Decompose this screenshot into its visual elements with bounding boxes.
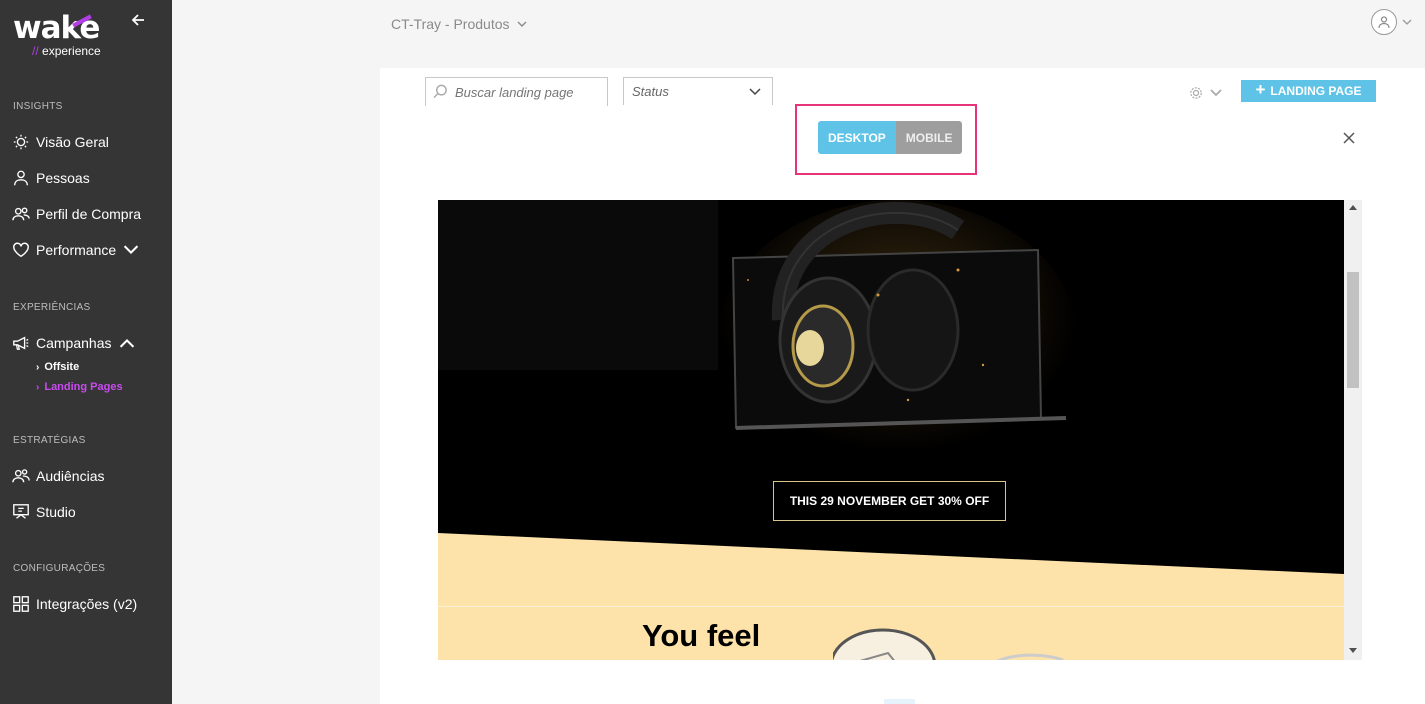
- section-estrategias: ESTRATÉGIAS: [13, 435, 86, 446]
- chevron-down-icon: [124, 245, 139, 255]
- settings-menu[interactable]: [1189, 86, 1223, 100]
- sidebar-item-performance[interactable]: Performance: [12, 239, 146, 261]
- close-icon: [1343, 132, 1355, 144]
- status-select[interactable]: Status: [623, 77, 773, 105]
- sidebar-subitem-label: Offsite: [44, 361, 80, 373]
- logo-subtitle: // experience: [32, 44, 101, 58]
- grid-icon: [13, 596, 29, 612]
- scroll-down-arrow-icon[interactable]: [1349, 648, 1357, 653]
- offer-button[interactable]: THIS 29 NOVEMBER GET 30% OFF: [773, 481, 1006, 521]
- audience-icon: [12, 469, 30, 483]
- landing-page-preview: THIS 29 NOVEMBER GET 30% OFF You feel: [438, 200, 1344, 660]
- people-icon: [12, 207, 30, 221]
- chevron-down-icon: [749, 87, 761, 95]
- collapse-sidebar-button[interactable]: [130, 12, 150, 32]
- status-select-label: Status: [632, 84, 669, 99]
- headline: You feel: [642, 618, 761, 653]
- user-icon: [1378, 16, 1390, 29]
- person-icon: [14, 170, 28, 186]
- gear-icon: [1190, 87, 1202, 99]
- sidebar-subitem-offsite[interactable]: › Offsite: [36, 361, 79, 373]
- user-menu[interactable]: [1371, 9, 1413, 35]
- project-selector[interactable]: CT-Tray - Produtos: [391, 16, 528, 32]
- sidebar-item-label: Audiências: [36, 468, 105, 484]
- sidebar-item-pessoas[interactable]: Pessoas: [12, 167, 90, 189]
- sidebar: wake // experience INSIGHTS Visão Geral …: [0, 0, 172, 704]
- chevron-up-icon: [119, 338, 134, 348]
- search-field[interactable]: [425, 77, 608, 106]
- scroll-up-arrow-icon[interactable]: [1349, 205, 1357, 210]
- sidebar-item-label: Performance: [36, 242, 117, 258]
- wake-logo[interactable]: wake // experience: [13, 10, 123, 62]
- close-preview-button[interactable]: [1340, 129, 1358, 147]
- sidebar-item-perfil-de-compra[interactable]: Perfil de Compra: [12, 203, 141, 225]
- chevron-down-icon: [1402, 19, 1412, 25]
- pagination-indicator[interactable]: [884, 699, 915, 704]
- sidebar-item-label: Visão Geral: [36, 134, 109, 150]
- section-experiencias: EXPERIÊNCIAS: [13, 302, 91, 313]
- section-configuracoes: CONFIGURAÇÕES: [13, 563, 106, 574]
- sidebar-item-label: Pessoas: [36, 170, 90, 186]
- chevron-down-icon: [1210, 89, 1222, 97]
- section-insights: INSIGHTS: [13, 101, 63, 112]
- lightbulb-icon: [13, 134, 29, 150]
- add-landing-page-button[interactable]: + LANDING PAGE: [1241, 80, 1376, 102]
- sidebar-item-label: Integrações (v2): [36, 596, 138, 612]
- sidebar-item-label: Studio: [36, 504, 76, 520]
- chevron-right-icon: ›: [36, 361, 40, 373]
- highlight-box: [795, 104, 977, 175]
- sidebar-item-label: Perfil de Compra: [36, 206, 142, 222]
- avatar: [1371, 9, 1397, 35]
- sidebar-subitem-label: Landing Pages: [44, 381, 123, 393]
- sidebar-item-visao-geral[interactable]: Visão Geral: [12, 131, 109, 153]
- sidebar-subitem-landing-pages[interactable]: › Landing Pages: [36, 381, 123, 393]
- scrollbar-thumb[interactable]: [1347, 272, 1359, 388]
- heart-icon: [13, 242, 29, 258]
- add-button-label: LANDING PAGE: [1270, 84, 1362, 98]
- preview-scrollbar[interactable]: [1344, 200, 1362, 660]
- top-bar: CT-Tray - Produtos: [172, 0, 1425, 68]
- megaphone-icon: [13, 336, 29, 350]
- sidebar-item-campanhas[interactable]: Campanhas: [12, 332, 142, 354]
- sidebar-item-label: Campanhas: [36, 335, 112, 351]
- search-icon: [433, 84, 447, 99]
- project-name: CT-Tray - Produtos: [391, 16, 510, 32]
- search-input[interactable]: [453, 83, 607, 101]
- chevron-down-icon: [517, 21, 527, 27]
- arrow-left-icon: [131, 14, 144, 26]
- sidebar-item-audiencias[interactable]: Audiências: [12, 465, 105, 487]
- sidebar-item-integracoes[interactable]: Integrações (v2): [12, 593, 137, 615]
- studio-icon: [13, 504, 29, 519]
- logo-slashes: //: [32, 44, 39, 58]
- sidebar-item-studio[interactable]: Studio: [12, 501, 76, 523]
- product-image: [833, 628, 1064, 660]
- logo-sub-text: experience: [42, 44, 101, 58]
- chevron-right-icon: ›: [36, 381, 40, 393]
- plus-icon: +: [1255, 80, 1266, 99]
- divider: [438, 606, 1344, 607]
